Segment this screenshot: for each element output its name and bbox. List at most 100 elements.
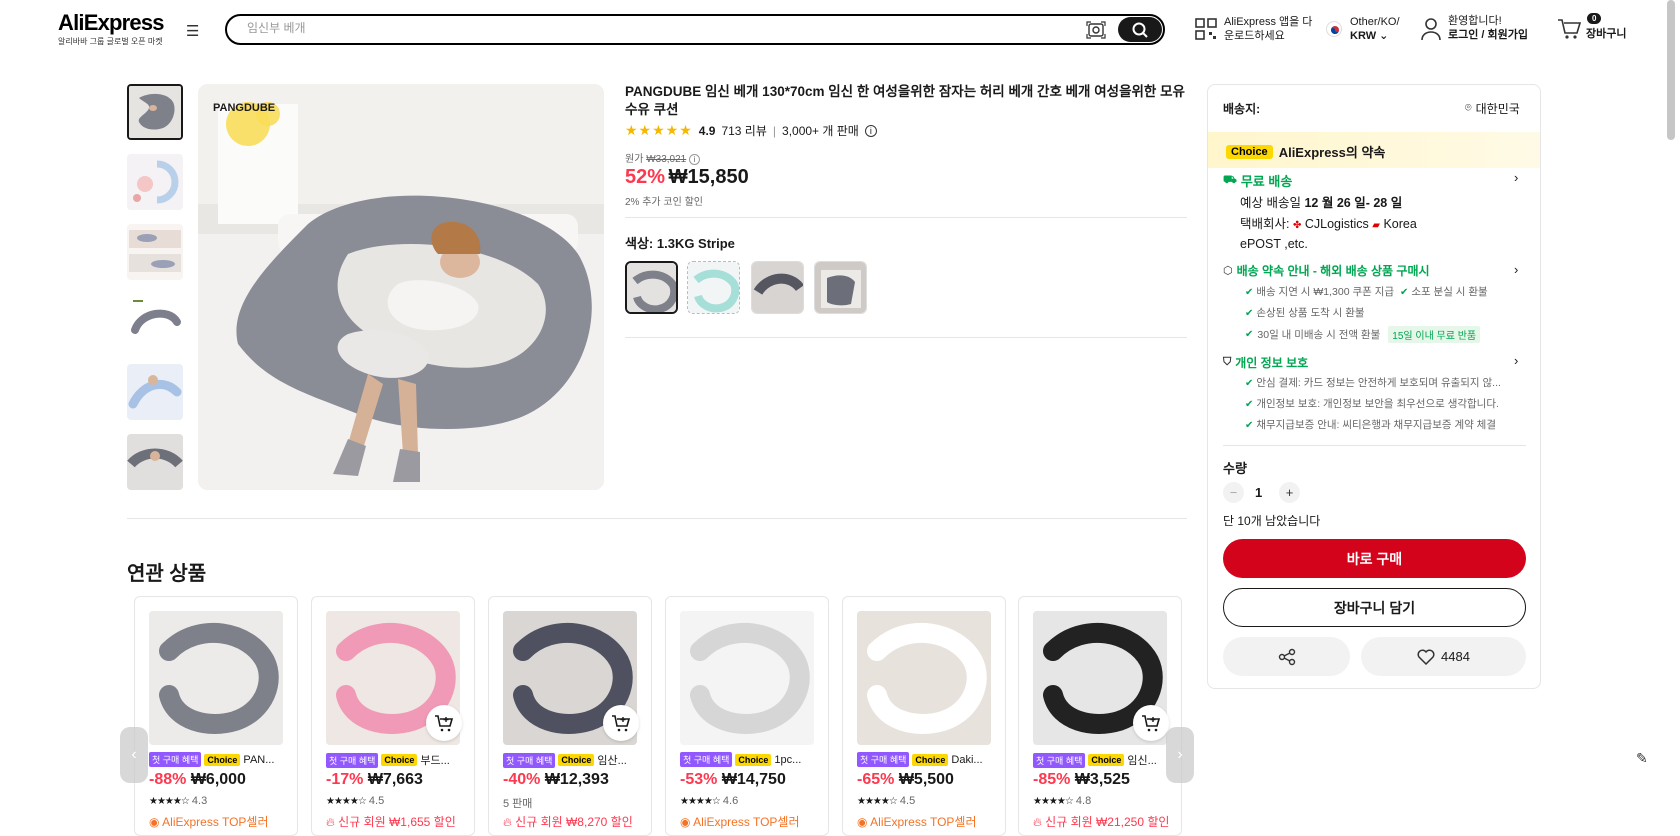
add-to-cart-button[interactable]: 장바구니 담기 [1223,588,1526,627]
card-rating: 5 판매 [503,798,533,810]
sold-count: 3,000+ 개 판매 [782,124,859,138]
color-swatch-3[interactable] [751,261,804,314]
carousel-prev-button[interactable]: ‹ [120,727,148,783]
card-discount: -88% [149,771,187,788]
search-input[interactable] [247,21,1047,35]
card-title-row: 첫 구매 혜택 Choice 임신... [1033,752,1173,768]
card-price: ₩14,750 [721,771,786,788]
card-promo: ◉ AliExpress TOP셀러 [149,815,269,829]
add-to-cart-icon[interactable] [426,705,462,741]
ship-to-selector[interactable]: ⌾ 대한민국 [1465,100,1520,117]
add-to-cart-icon[interactable] [1133,705,1169,741]
rating-stars: ★★★★★ [625,122,693,138]
truck-icon: ⛟ [1223,173,1237,186]
delivery-guarantee-row[interactable]: ⬡ 배송 약속 안내 - 해외 배송 상품 구매시 [1223,262,1430,279]
cart-icon[interactable] [1557,18,1582,43]
color-swatch-1[interactable] [625,261,678,314]
card-title: 부드... [420,755,450,767]
info-icon[interactable]: i [864,124,877,137]
main-product-image[interactable]: PANGDUBE [198,84,604,490]
divider: | [772,123,777,138]
card-rating: ★★★★☆ 4.5 [857,795,916,807]
color-swatch-4[interactable] [814,261,867,314]
card-price: ₩3,525 [1074,771,1130,788]
card-discount: -40% [503,771,541,788]
quantity-increase-button[interactable]: + [1279,482,1300,503]
guarantee-item: ✔ 소포 분실 시 환불 [1400,286,1488,298]
share-button[interactable] [1223,637,1350,676]
app-download-link[interactable]: AliExpress 앱을 다 운로드하세요 [1224,15,1312,43]
card-price: ₩12,393 [544,771,609,788]
buy-now-button[interactable]: 바로 구매 [1223,539,1526,578]
chevron-right-icon[interactable]: › [1514,262,1518,277]
guarantee-item: ✔ 배송 지연 시 ₩1,300 쿠폰 지급 [1245,286,1395,298]
card-price-row: -40% ₩12,393 [503,771,609,789]
card-price: ₩7,663 [367,771,423,788]
first-purchase-badge: 첫 구매 혜택 [680,752,733,767]
product-card[interactable]: 첫 구매 혜택 Choice 부드... -17% ₩7,663 ★★★★☆ 4.5 🔥︎… [311,596,475,836]
locale-selector[interactable]: Other/KO/ KRW ⌄ [1350,15,1400,43]
card-rating: ★★★★☆ 4.8 [1033,795,1092,807]
card-title-row: 첫 구매 혜택 Choice 부드... [326,752,466,768]
card-title-row: 첫 구매 혜택 Choice PAN... [149,752,289,767]
thumbnail-1[interactable] [127,84,183,140]
free-shipping-row[interactable]: ⛟ 무료 배송 [1223,171,1292,190]
share-icon [1278,648,1295,665]
thumbnail-2[interactable] [127,154,183,210]
quantity-decrease-button[interactable]: − [1223,482,1244,503]
image-search-icon[interactable] [1085,19,1107,41]
privacy-item: ✔ 개인정보 보호: 개인정보 보안을 최우선으로 생각합니다. [1245,398,1499,410]
page-scrollbar[interactable] [1667,0,1675,140]
divider [127,518,1187,519]
quantity-value[interactable]: 1 [1255,485,1262,500]
card-promo: 🔥︎ 신규 회원 ₩1,655 할인 [326,815,456,829]
card-discount: -53% [680,771,718,788]
card-discount: -65% [857,771,895,788]
add-to-cart-icon[interactable] [603,705,639,741]
info-icon: i [689,154,700,165]
privacy-row[interactable]: ⛉ 개인 정보 보호 [1223,354,1308,371]
card-discount: -85% [1033,771,1071,788]
guarantee-item: ✔ 손상된 상품 도착 시 환불 [1245,307,1365,319]
card-price-row: -65% ₩5,500 [857,771,954,789]
cart-label[interactable]: 장바구니 [1586,27,1626,41]
color-swatch-2[interactable] [687,261,740,314]
card-title: 임신... [1127,755,1157,767]
search-button[interactable] [1118,17,1162,42]
divider [625,337,1187,338]
stock-notice: 단 10개 남았습니다 [1223,514,1321,528]
rating-row[interactable]: ★★★★★ 4.9 713 리뷰 | 3,000+ 개 판매 i [625,122,877,139]
thumbnail-3[interactable] [127,224,183,280]
account-menu[interactable]: 환영합니다! 로그인 / 회원가입 [1448,14,1528,42]
chevron-right-icon[interactable]: › [1514,170,1518,185]
carrier-logo-icon: ▰ [1372,220,1380,231]
product-image[interactable] [149,611,283,745]
thumbnail-5[interactable] [127,364,183,420]
wishlist-button[interactable]: 4484 [1361,637,1526,676]
thumbnail-4[interactable] [127,294,183,350]
product-card[interactable]: 첫 구매 혜택 Choice Daki... -65% ₩5,500 ★★★★☆ 4.5… [842,596,1006,836]
carousel-next-button[interactable]: › [1166,727,1194,783]
edit-icon[interactable]: ✎ [1636,750,1648,767]
product-card[interactable]: 첫 구매 혜택 Choice PAN... -88% ₩6,000 ★★★★☆ 4.3 ◉… [134,596,298,836]
menu-icon[interactable]: ☰ [186,22,199,40]
product-card[interactable]: 첫 구매 혜택 Choice 1pc... -53% ₩14,750 ★★★★☆ 4.6… [665,596,829,836]
choice-promise: Choice AliExpress의 약속 [1226,142,1385,161]
choice-badge: Choice [558,754,595,766]
cart-count-badge: 0 [1587,13,1602,24]
card-discount: -17% [326,771,364,788]
product-card[interactable]: 첫 구매 혜택 Choice 임신... -85% ₩3,525 ★★★★☆ 4.8 🔥︎… [1018,596,1182,836]
product-image[interactable] [857,611,991,745]
card-promo: ◉ AliExpress TOP셀러 [680,815,800,829]
review-count[interactable]: 713 리뷰 [721,122,766,139]
product-card[interactable]: 첫 구매 혜택 Choice 임산... -40% ₩12,393 5 판매 🔥︎ 신규… [488,596,652,836]
product-image[interactable] [680,611,814,745]
search-icon [1132,22,1148,38]
qr-code-icon[interactable] [1194,17,1218,44]
logo[interactable]: AliExpress [58,10,165,36]
thumbnail-6[interactable] [127,434,183,490]
user-icon[interactable] [1420,17,1442,44]
card-price: ₩5,500 [898,771,954,788]
card-title: 임산... [597,755,627,767]
chevron-right-icon[interactable]: › [1514,353,1518,368]
